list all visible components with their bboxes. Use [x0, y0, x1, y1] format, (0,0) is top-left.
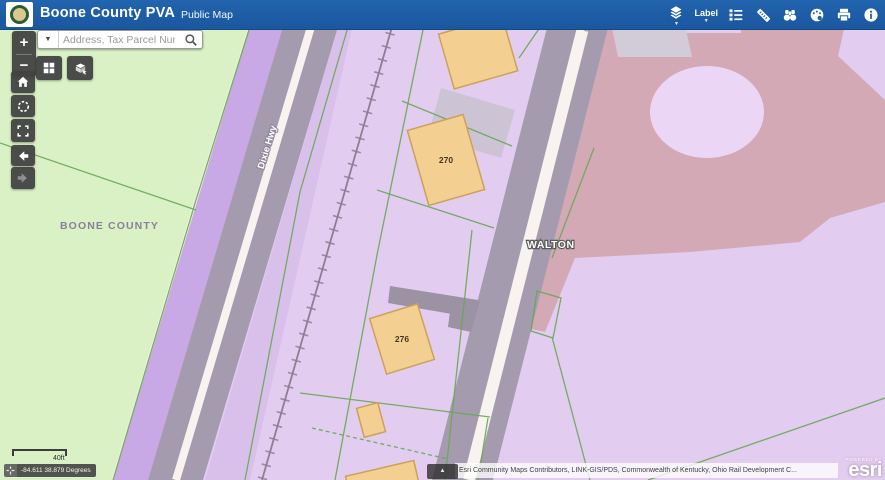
county-seal-logo — [6, 2, 33, 27]
attribution-text: Esri Community Maps Contributors, LINK-G… — [455, 463, 838, 478]
search-input[interactable] — [59, 31, 179, 48]
esri-brand-text: esri — [845, 462, 882, 479]
parcel-270-label: 270 — [439, 155, 453, 165]
fullscreen-button[interactable] — [11, 119, 35, 142]
printer-icon — [836, 7, 852, 23]
back-arrow-icon — [16, 149, 30, 163]
search-dropdown-button[interactable]: ▼ — [38, 31, 59, 48]
next-extent-button[interactable] — [11, 167, 35, 189]
ruler-icon — [755, 7, 772, 24]
info-icon — [863, 7, 879, 23]
powered-by-text: POWERED BY — [845, 457, 882, 462]
locate-button[interactable] — [11, 95, 35, 117]
home-icon — [16, 75, 30, 89]
draw-button[interactable] — [808, 0, 826, 30]
palette-icon — [809, 7, 825, 23]
esri-logo[interactable]: POWERED BY esri — [845, 457, 882, 479]
coordinates-text: -84.611 38.879 Degrees — [21, 467, 91, 474]
app-header: Boone County PVA Public Map ▼ Label ▼ — [0, 0, 885, 30]
legend-button[interactable] — [727, 0, 745, 30]
chevron-down-icon: ▼ — [704, 19, 709, 23]
boone-county-pva-app: BOONE COUNTY WALTON Dixie Hwy 270 276 Bo… — [0, 0, 885, 480]
crosshair-icon — [4, 464, 17, 477]
previous-extent-button[interactable] — [11, 145, 35, 166]
parcel-276-label: 276 — [395, 334, 409, 344]
label-button-text: Label — [694, 8, 718, 18]
selection-tool-button[interactable] — [67, 56, 93, 80]
chevron-down-icon: ▼ — [674, 22, 679, 26]
search-icon — [184, 33, 198, 47]
info-button[interactable] — [862, 0, 880, 30]
layers-button[interactable]: ▼ — [667, 0, 685, 30]
rose-blob — [650, 66, 764, 158]
map-canvas[interactable]: BOONE COUNTY WALTON Dixie Hwy 270 276 — [0, 0, 885, 480]
measure-button[interactable] — [754, 0, 772, 30]
search-tools-button[interactable] — [781, 0, 799, 30]
legend-icon — [728, 7, 744, 23]
county-seal-icon — [10, 5, 29, 24]
layers-icon — [668, 5, 684, 21]
gray-patch-topright — [612, 28, 692, 57]
print-button[interactable] — [835, 0, 853, 30]
basemap-gallery-button[interactable] — [36, 56, 62, 80]
coordinates-badge[interactable]: -84.611 38.879 Degrees — [4, 464, 96, 477]
binoculars-icon — [782, 7, 798, 23]
zoom-in-button[interactable]: + — [12, 31, 36, 54]
header-toolbar: ▼ Label ▼ — [667, 0, 880, 30]
city-label: WALTON — [527, 239, 575, 251]
grid-icon — [42, 61, 56, 75]
county-label: BOONE COUNTY — [60, 220, 159, 232]
scale-label: 40ft — [53, 455, 65, 462]
fullscreen-icon — [16, 124, 30, 138]
page-subtitle: Public Map — [181, 9, 233, 21]
locate-icon — [16, 99, 31, 114]
forward-arrow-icon — [16, 171, 30, 185]
label-toggle-button[interactable]: Label ▼ — [694, 0, 718, 30]
attribution-toggle-button[interactable]: ▲ — [427, 464, 458, 479]
search-submit-button[interactable] — [179, 31, 202, 48]
home-button[interactable] — [11, 71, 35, 93]
page-title: Boone County PVA — [40, 5, 175, 21]
search-widget: ▼ — [37, 30, 203, 49]
selection-tool-icon — [73, 61, 88, 76]
